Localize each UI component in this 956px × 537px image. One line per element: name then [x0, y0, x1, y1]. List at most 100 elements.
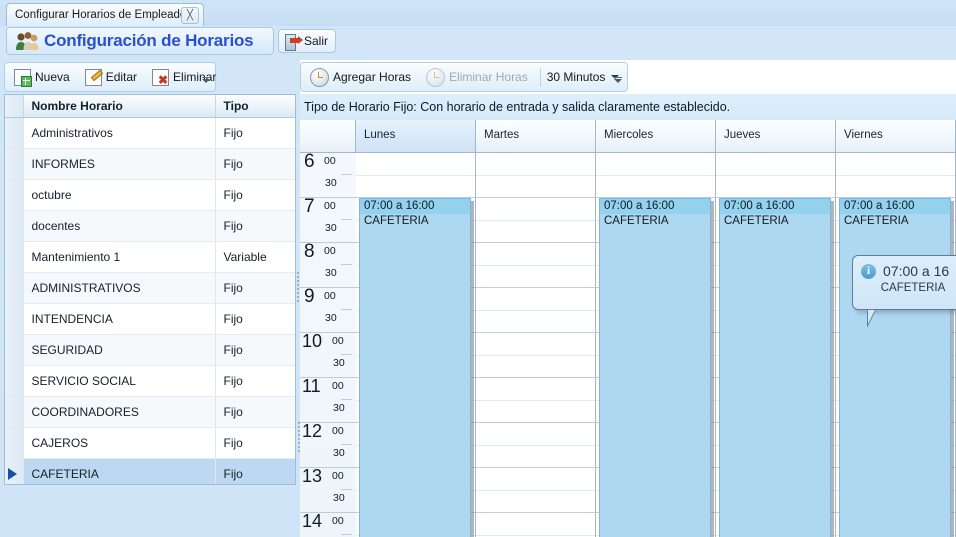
- cell-nombre-horario[interactable]: INTENDENCIA: [23, 303, 216, 335]
- cell-tipo[interactable]: Fijo: [215, 272, 295, 304]
- cell-tipo[interactable]: Fijo: [215, 396, 295, 428]
- row-selector-cell[interactable]: [5, 365, 24, 397]
- table-row[interactable]: CAJEROS Fijo: [5, 427, 295, 459]
- time-cell[interactable]: [596, 176, 715, 198]
- row-selector-cell[interactable]: [5, 396, 24, 428]
- day-column-martes[interactable]: [476, 153, 596, 537]
- time-cell[interactable]: [476, 378, 595, 401]
- cell-tipo[interactable]: Fijo: [215, 210, 295, 242]
- row-selector-cell[interactable]: [5, 117, 24, 149]
- cell-nombre-horario[interactable]: SEGURIDAD: [23, 334, 216, 366]
- time-cell[interactable]: [476, 423, 595, 446]
- appointment-block[interactable]: 07:00 a 16:00 CAFETERIA: [359, 198, 471, 537]
- cell-tipo[interactable]: Fijo: [215, 427, 295, 459]
- time-cell[interactable]: [476, 311, 595, 333]
- row-selector-cell[interactable]: [5, 210, 24, 242]
- schedules-list[interactable]: Nombre Horario Tipo Administrativos Fijo I…: [4, 94, 296, 485]
- new-schedule-button[interactable]: Nueva: [8, 64, 76, 90]
- cell-nombre-horario[interactable]: COORDINADORES: [23, 396, 216, 428]
- cell-tipo[interactable]: Fijo: [215, 303, 295, 335]
- table-row[interactable]: Administrativos Fijo: [5, 117, 295, 149]
- cell-nombre-horario[interactable]: CAJEROS: [23, 427, 216, 459]
- cell-nombre-horario[interactable]: Mantenimiento 1: [23, 241, 216, 273]
- cell-nombre-horario[interactable]: Administrativos: [23, 117, 216, 149]
- row-selector-cell[interactable]: [5, 272, 24, 304]
- row-selector-cell[interactable]: [5, 427, 24, 459]
- cell-nombre-horario[interactable]: SERVICIO SOCIAL: [23, 365, 216, 397]
- time-cell[interactable]: [476, 356, 595, 378]
- cell-tipo[interactable]: Fijo: [215, 117, 295, 149]
- time-cell[interactable]: [476, 266, 595, 288]
- appointment-block[interactable]: 07:00 a 16:00 CAFETERIA: [839, 198, 951, 537]
- time-cell[interactable]: [836, 176, 955, 198]
- table-row[interactable]: Mantenimiento 1 Variable: [5, 241, 295, 273]
- tab-configurar-horarios[interactable]: Configurar Horarios de Empleados ╳: [6, 3, 204, 26]
- cell-tipo[interactable]: Fijo: [215, 179, 295, 211]
- remove-hours-button[interactable]: Eliminar Horas: [420, 64, 534, 90]
- table-row[interactable]: ADMINISTRATIVOS Fijo: [5, 272, 295, 304]
- cell-tipo[interactable]: Fijo: [215, 458, 295, 484]
- table-row[interactable]: SERVICIO SOCIAL Fijo: [5, 365, 295, 397]
- time-cell[interactable]: [356, 176, 475, 198]
- toolbar-overflow-icon-right[interactable]: [612, 71, 624, 87]
- row-selector-cell[interactable]: [5, 148, 24, 180]
- time-cell[interactable]: [476, 198, 595, 221]
- time-cell[interactable]: [476, 153, 595, 176]
- appointment-label: CAFETERIA: [844, 215, 909, 227]
- column-header-nombre[interactable]: Nombre Horario: [23, 95, 216, 118]
- cell-nombre-horario[interactable]: docentes: [23, 210, 216, 242]
- time-cell[interactable]: [476, 513, 595, 536]
- time-cell[interactable]: [476, 333, 595, 356]
- time-cell[interactable]: [596, 153, 715, 176]
- day-header-martes[interactable]: Martes: [476, 120, 596, 153]
- cell-nombre-horario[interactable]: octubre: [23, 179, 216, 211]
- table-row[interactable]: SEGURIDAD Fijo: [5, 334, 295, 366]
- time-cell[interactable]: [716, 153, 835, 176]
- appointment-block[interactable]: 07:00 a 16:00 CAFETERIA: [719, 198, 831, 537]
- time-cell[interactable]: [476, 243, 595, 266]
- table-row[interactable]: docentes Fijo: [5, 210, 295, 242]
- cell-tipo[interactable]: Fijo: [215, 334, 295, 366]
- time-cell[interactable]: [476, 176, 595, 198]
- close-icon[interactable]: ╳: [181, 7, 199, 24]
- list-scrollbar[interactable]: [290, 95, 295, 484]
- column-header-tipo[interactable]: Tipo: [215, 95, 295, 118]
- time-cell[interactable]: [476, 446, 595, 468]
- table-row[interactable]: octubre Fijo: [5, 179, 295, 211]
- cell-nombre-horario[interactable]: CAFETERIA: [23, 458, 216, 484]
- time-cell[interactable]: [356, 153, 475, 176]
- edit-schedule-button[interactable]: Editar: [79, 64, 143, 90]
- add-hours-button[interactable]: Agregar Horas: [304, 64, 417, 90]
- cell-tipo[interactable]: Fijo: [215, 365, 295, 397]
- cell-nombre-horario[interactable]: ADMINISTRATIVOS: [23, 272, 216, 304]
- row-selector-cell[interactable]: [5, 303, 24, 335]
- row-selector-cell[interactable]: [5, 458, 24, 484]
- grid-grip-icon[interactable]: [298, 420, 301, 464]
- time-cell[interactable]: [476, 468, 595, 491]
- table-row[interactable]: COORDINADORES Fijo: [5, 396, 295, 428]
- toolbar-overflow-icon[interactable]: [200, 71, 212, 87]
- row-selector-cell[interactable]: [5, 334, 24, 366]
- exit-button[interactable]: Salir: [278, 29, 336, 53]
- time-cell[interactable]: [476, 288, 595, 311]
- time-cell[interactable]: [476, 491, 595, 513]
- day-header-jueves[interactable]: Jueves: [716, 120, 836, 153]
- day-header-miercoles[interactable]: Miercoles: [596, 120, 716, 153]
- time-cell[interactable]: [476, 221, 595, 243]
- time-cell[interactable]: [836, 153, 955, 176]
- cell-tipo[interactable]: Variable: [215, 241, 295, 273]
- day-header-viernes[interactable]: Viernes: [836, 120, 956, 153]
- appointment-block[interactable]: 07:00 a 16:00 CAFETERIA: [599, 198, 711, 537]
- time-cell[interactable]: [716, 176, 835, 198]
- row-selector-cell[interactable]: [5, 179, 24, 211]
- hour-label: 10: [302, 331, 323, 351]
- interval-dropdown[interactable]: 30 Minutos: [547, 70, 620, 84]
- cell-tipo[interactable]: Fijo: [215, 148, 295, 180]
- table-row[interactable]: INFORMES Fijo: [5, 148, 295, 180]
- cell-nombre-horario[interactable]: INFORMES: [23, 148, 216, 180]
- table-row[interactable]: CAFETERIA Fijo: [5, 458, 295, 484]
- row-selector-cell[interactable]: [5, 241, 24, 273]
- day-header-lunes[interactable]: Lunes: [356, 120, 476, 153]
- time-cell[interactable]: [476, 401, 595, 423]
- table-row[interactable]: INTENDENCIA Fijo: [5, 303, 295, 335]
